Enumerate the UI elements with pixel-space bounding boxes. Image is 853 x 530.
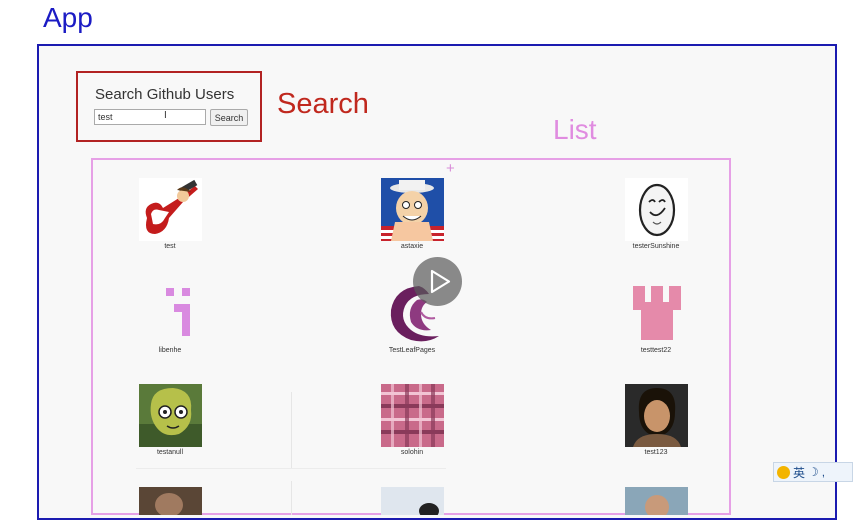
list-annotation-label: List (553, 114, 597, 145)
ime-toolbar-icon (777, 465, 790, 479)
user-login[interactable]: test (110, 243, 230, 250)
grid-divider (291, 481, 292, 515)
user-card[interactable]: solohin (352, 384, 472, 456)
grid-divider (291, 392, 292, 468)
user-card[interactable]: test123 (596, 384, 716, 456)
user-avatar[interactable] (624, 282, 688, 345)
search-section-outline (76, 71, 262, 142)
ime-language-label[interactable]: 英 (793, 464, 805, 481)
search-input[interactable] (94, 109, 206, 125)
user-card[interactable] (596, 487, 716, 515)
search-annotation-label: Search (277, 88, 369, 120)
user-card[interactable]: testtest22 (596, 282, 716, 354)
user-card[interactable]: testerSunshine (596, 178, 716, 250)
user-login[interactable]: testerSunshine (596, 243, 716, 250)
play-icon[interactable] (413, 257, 462, 306)
grid-divider (136, 468, 446, 469)
user-avatar[interactable] (380, 384, 444, 447)
moon-icon: ☽ (808, 465, 819, 479)
user-login[interactable]: testtest22 (596, 347, 716, 354)
user-login[interactable]: libenhe (110, 347, 230, 354)
user-card[interactable]: testanull (110, 384, 230, 456)
user-avatar[interactable] (624, 384, 688, 447)
user-login[interactable]: TestLeafPages (352, 347, 472, 354)
text-cursor-icon: I (164, 110, 167, 121)
user-avatar[interactable] (380, 178, 444, 241)
app-annotation-label: App (43, 2, 93, 33)
punctuation-icon: , (821, 465, 826, 479)
user-card[interactable]: test (110, 178, 230, 250)
user-card[interactable] (110, 487, 230, 515)
user-login[interactable]: solohin (352, 449, 472, 456)
user-avatar[interactable] (138, 487, 202, 515)
crosshair-icon: + (446, 160, 455, 177)
search-title: Search Github Users (95, 86, 235, 103)
user-login[interactable]: test123 (596, 449, 716, 456)
user-login[interactable]: astaxie (352, 243, 472, 250)
user-avatar[interactable] (138, 282, 202, 345)
ime-toolbar[interactable]: 英 ☽ , (773, 462, 853, 482)
user-card[interactable] (352, 487, 472, 515)
user-avatar[interactable] (624, 178, 688, 241)
user-avatar[interactable] (138, 178, 202, 241)
user-card[interactable]: astaxie (352, 178, 472, 250)
user-avatar[interactable] (380, 487, 444, 515)
search-button[interactable]: Search (210, 109, 248, 126)
user-avatar[interactable] (624, 487, 688, 515)
user-login[interactable]: testanull (110, 449, 230, 456)
user-avatar[interactable] (138, 384, 202, 447)
user-card[interactable]: libenhe (110, 282, 230, 354)
